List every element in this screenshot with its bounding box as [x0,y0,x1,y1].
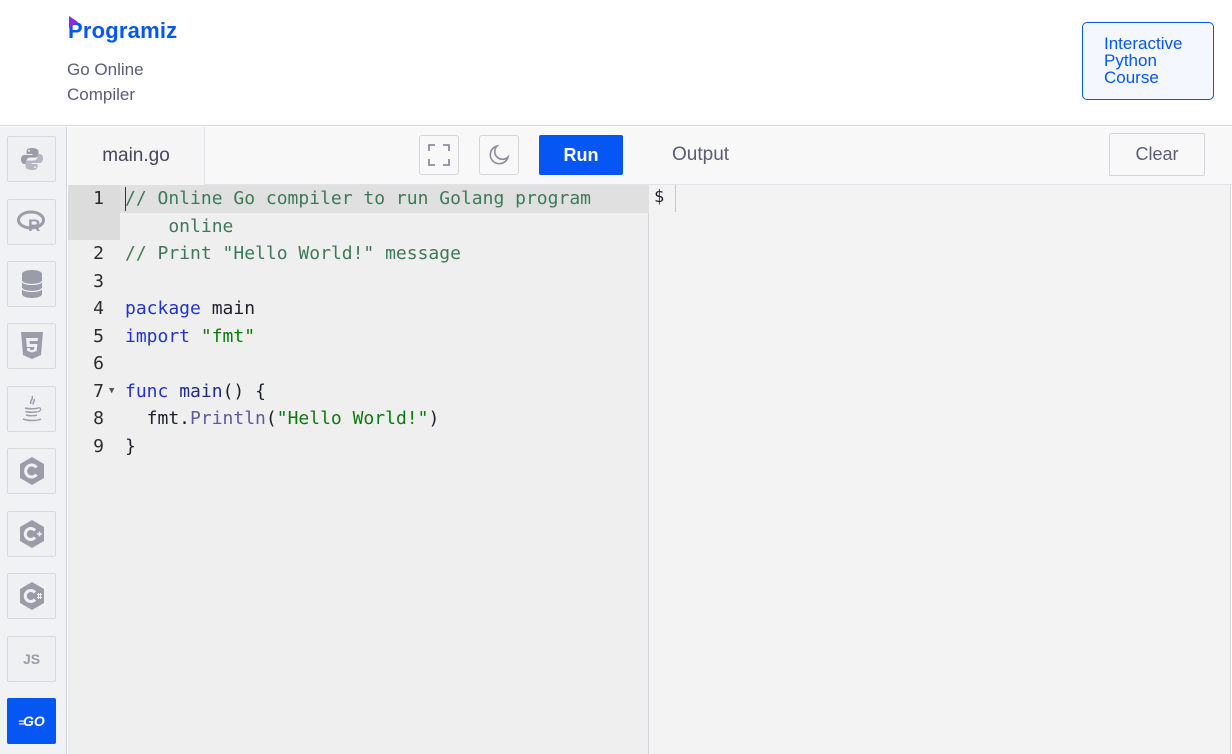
line-number: 4 [93,298,104,319]
line-number: 6 [93,353,104,374]
console-cursor [675,185,676,212]
javascript-icon: JS [22,651,41,667]
sidebar-item-html[interactable] [7,323,56,369]
sidebar-item-go[interactable]: =GO [7,698,56,744]
code-line: } [125,436,136,457]
code-line: // Online Go compiler to run Golang prog… [125,188,591,209]
course-button-line-1: Interactive [1104,34,1183,53]
subtitle-line-2: Compiler [67,85,136,104]
sidebar-item-python[interactable] [7,136,56,182]
sidebar-item-csharp[interactable] [7,573,56,619]
code-line: import "fmt" [125,323,255,351]
code-editor[interactable]: 1 2 3 4 5 6 7 ▼ 8 9 // Online Go compile… [68,185,649,754]
sidebar-item-r[interactable]: R [7,199,56,245]
string-literal: "Hello World!" [276,408,429,429]
output-toolbar: Output Clear [649,127,1232,185]
header: Programiz Go Online Compiler Interactive… [0,0,1232,126]
sidebar-item-cpp[interactable] [7,511,56,557]
sidebar-item-c[interactable] [7,448,56,494]
cpp-icon [19,520,44,548]
method-name: Println [190,408,266,429]
csharp-icon [19,582,44,610]
line-number: 8 [93,408,104,429]
sidebar-item-javascript[interactable]: JS [7,636,56,682]
database-icon [20,270,43,298]
code-line: // Print "Hello World!" message [125,243,461,264]
line-number: 3 [93,271,104,292]
logo-text: Programiz [68,18,178,43]
interactive-python-course-button[interactable]: Interactive Python Course [1082,22,1214,100]
sidebar-item-sql[interactable] [7,261,56,307]
line-number: 5 [93,326,104,347]
file-tab-main-go[interactable]: main.go [68,127,205,185]
python-icon [20,148,43,170]
html5-icon [20,332,43,359]
code-line: func main() { [125,381,266,402]
dark-mode-button[interactable] [479,135,519,175]
fullscreen-button[interactable] [419,135,459,175]
function-name: main [179,381,223,402]
line-number: 9 [93,436,104,457]
fold-arrow-icon[interactable]: ▼ [109,386,114,396]
c-icon [19,457,44,485]
code-line: package main [125,298,256,319]
clear-button[interactable]: Clear [1109,133,1205,176]
svg-text:R: R [28,216,40,235]
keyword-func: func [125,381,169,402]
subtitle-line-1: Go Online [67,60,144,79]
output-title: Output [672,144,730,165]
editor-toolbar: main.go Run [68,127,649,185]
output-console[interactable]: $ [649,185,1231,754]
keyword-import: import [125,326,191,347]
fullscreen-icon [428,144,450,166]
line-number: 7 [93,381,104,402]
line-number: 1 [93,188,104,209]
sidebar-item-java[interactable] [7,386,56,432]
console-prompt: $ [654,187,665,207]
go-icon-label: GO [23,713,45,729]
page-subtitle: Go Online Compiler [67,57,187,107]
code-line: fmt.Println("Hello World!") [125,408,440,429]
java-icon [22,395,41,422]
r-icon: R [16,210,45,235]
programiz-logo[interactable]: Programiz [68,18,177,44]
course-button-line-2: Python [1104,51,1157,70]
course-button-line-3: Course [1104,68,1159,87]
go-icon: =GO [18,713,45,729]
language-sidebar: R JS =GO [0,127,67,754]
moon-icon [489,144,510,165]
run-button[interactable]: Run [539,135,623,175]
string-literal: "fmt" [200,326,256,347]
code-line-wrapped: online [125,216,234,237]
keyword-package: package [125,298,201,319]
line-number: 2 [93,243,104,264]
